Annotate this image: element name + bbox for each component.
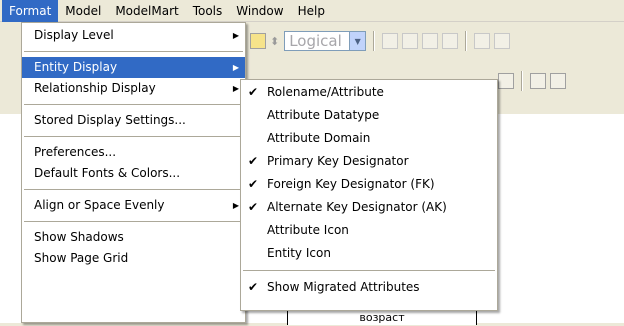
submenu-arrow-icon: ▶ xyxy=(232,63,239,72)
menu-item-display-level[interactable]: Display Level ▶ xyxy=(22,25,245,46)
menu-item-label: Relationship Display xyxy=(34,81,156,95)
menu-item-entity-display[interactable]: Entity Display ▶ xyxy=(22,57,245,78)
menu-help[interactable]: Help xyxy=(291,0,332,22)
toolbar-separator xyxy=(465,31,468,51)
space-icon[interactable] xyxy=(474,33,491,49)
align-justify-icon[interactable] xyxy=(442,33,459,49)
entity-icon[interactable] xyxy=(530,73,546,89)
menu-item-show-page-grid[interactable]: Show Page Grid xyxy=(22,248,245,269)
menu-separator xyxy=(24,221,243,222)
menu-item-show-shadows[interactable]: Show Shadows xyxy=(22,227,245,248)
submenu-arrow-icon: ▶ xyxy=(232,31,239,40)
menu-item-label: Stored Display Settings... xyxy=(34,113,186,127)
menu-item-label: Align or Space Evenly xyxy=(34,198,165,212)
menu-item-preferences[interactable]: Preferences... xyxy=(22,142,245,163)
view-level-value: Logical xyxy=(289,32,342,50)
menu-separator xyxy=(24,51,243,52)
toolbar-row-2 xyxy=(498,68,566,94)
submenu-item-entity-icon[interactable]: Entity Icon xyxy=(241,242,497,265)
menu-modelmart[interactable]: ModelMart xyxy=(108,0,185,22)
submenu-item-attribute-datatype[interactable]: Attribute Datatype xyxy=(241,104,497,127)
small-dropdown-icon[interactable]: ⬍ xyxy=(270,35,280,48)
entity-display-submenu: ✔ Rolename/Attribute Attribute Datatype … xyxy=(240,79,498,311)
checkmark-icon: ✔ xyxy=(248,200,259,214)
view-level-combo[interactable]: Logical ▼ xyxy=(284,31,367,51)
submenu-item-label: Attribute Datatype xyxy=(267,108,380,122)
submenu-item-alternate-key-designator[interactable]: ✔ Alternate Key Designator (AK) xyxy=(241,196,497,219)
submenu-item-attribute-icon[interactable]: Attribute Icon xyxy=(241,219,497,242)
toolbar-row-1: ⬍ Logical ▼ xyxy=(230,28,511,54)
menu-separator xyxy=(243,270,495,271)
checkmark-icon: ✔ xyxy=(248,85,259,99)
submenu-item-foreign-key-designator[interactable]: ✔ Foreign Key Designator (FK) xyxy=(241,173,497,196)
submenu-item-attribute-domain[interactable]: Attribute Domain xyxy=(241,127,497,150)
menu-item-label: Display Level xyxy=(34,28,114,42)
menu-item-label: Show Shadows xyxy=(34,230,124,244)
menu-model[interactable]: Model xyxy=(58,0,108,22)
menu-format[interactable]: Format xyxy=(2,0,59,22)
menu-item-label: Entity Display xyxy=(34,60,118,74)
submenu-arrow-icon: ▶ xyxy=(232,84,239,93)
toolbar-separator xyxy=(521,71,523,91)
menu-separator xyxy=(24,189,243,190)
relationship-icon[interactable] xyxy=(498,73,514,89)
menu-separator xyxy=(24,136,243,137)
submenu-item-label: Attribute Domain xyxy=(267,131,371,145)
align-right-icon[interactable] xyxy=(422,33,439,49)
submenu-item-label: Primary Key Designator xyxy=(267,154,409,168)
align-left-icon[interactable] xyxy=(382,33,399,49)
align-center-icon[interactable] xyxy=(402,33,419,49)
checkmark-icon: ✔ xyxy=(248,154,259,168)
menu-item-label: Preferences... xyxy=(34,145,117,159)
toolbar-separator xyxy=(373,31,376,51)
submenu-item-label: Rolename/Attribute xyxy=(267,85,384,99)
menu-bar: Format Model ModelMart Tools Window Help xyxy=(0,0,624,22)
menu-item-align-space-evenly[interactable]: Align or Space Evenly ▶ xyxy=(22,195,245,216)
submenu-arrow-icon: ▶ xyxy=(232,201,239,210)
menu-item-label: Default Fonts & Colors... xyxy=(34,166,181,180)
entity-icon[interactable] xyxy=(550,73,566,89)
checkmark-icon: ✔ xyxy=(248,280,259,294)
menu-item-relationship-display[interactable]: Relationship Display ▶ xyxy=(22,78,245,99)
menu-item-default-fonts-colors[interactable]: Default Fonts & Colors... xyxy=(22,163,245,184)
chevron-down-icon[interactable]: ▼ xyxy=(349,32,366,50)
submenu-item-primary-key-designator[interactable]: ✔ Primary Key Designator xyxy=(241,150,497,173)
menu-item-label: Show Page Grid xyxy=(34,251,129,265)
submenu-item-label: Entity Icon xyxy=(267,246,331,260)
format-menu: Display Level ▶ Entity Display ▶ Relatio… xyxy=(21,22,246,323)
checkmark-icon: ✔ xyxy=(248,177,259,191)
menu-window[interactable]: Window xyxy=(229,0,290,22)
menu-item-stored-display-settings[interactable]: Stored Display Settings... xyxy=(22,110,245,131)
space-icon[interactable] xyxy=(494,33,511,49)
submenu-item-show-migrated-attributes[interactable]: ✔ Show Migrated Attributes xyxy=(241,276,497,299)
submenu-item-label: Attribute Icon xyxy=(267,223,349,237)
menu-tools[interactable]: Tools xyxy=(186,0,230,22)
submenu-item-label: Show Migrated Attributes xyxy=(267,280,420,294)
menu-separator xyxy=(24,104,243,105)
submenu-item-label: Alternate Key Designator (AK) xyxy=(267,200,447,214)
submenu-item-rolename-attribute[interactable]: ✔ Rolename/Attribute xyxy=(241,81,497,104)
submenu-item-label: Foreign Key Designator (FK) xyxy=(267,177,435,191)
entity-attribute: возраст xyxy=(359,311,405,324)
window-icon[interactable] xyxy=(250,33,266,49)
